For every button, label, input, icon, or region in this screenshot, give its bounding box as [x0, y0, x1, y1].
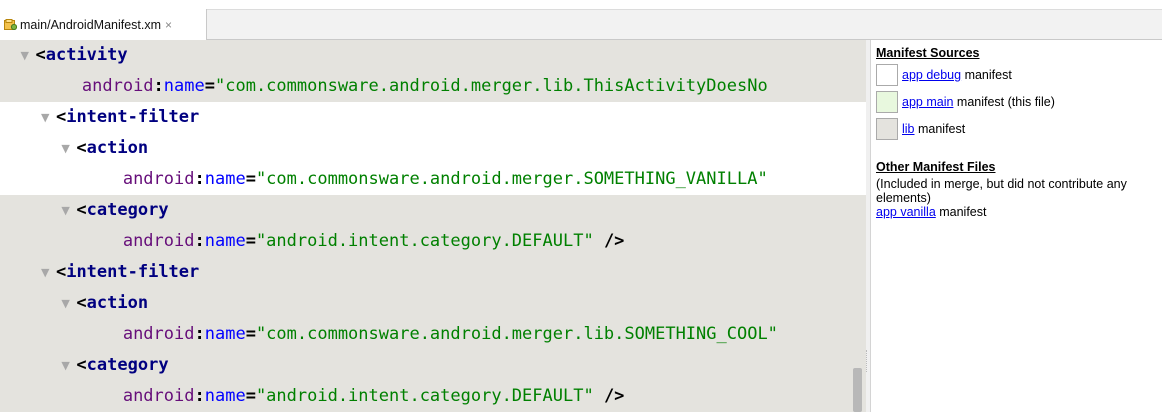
- code-token: android: [122, 386, 195, 406]
- code-token: "android.intent.category.DEFAULT": [255, 386, 594, 406]
- other-file-suffix: manifest: [935, 205, 987, 219]
- code-token: action: [86, 293, 149, 313]
- code-token: :: [194, 169, 205, 189]
- color-swatch: [876, 91, 898, 113]
- code-line[interactable]: ▼ <category: [0, 195, 866, 226]
- code-token: <: [55, 262, 67, 282]
- code-token: "com.commonsware.android.merger.lib.This…: [215, 76, 768, 96]
- code-token: <: [35, 45, 46, 65]
- code-token: intent-filter: [66, 107, 200, 127]
- app-vanilla-link[interactable]: app vanilla: [876, 205, 936, 219]
- panel-divider[interactable]: [870, 40, 871, 412]
- code-token: =: [245, 169, 256, 189]
- fold-arrow-icon[interactable]: ▼: [61, 350, 76, 381]
- color-swatch: [876, 118, 898, 140]
- code-line[interactable]: android:name="com.commonsware.android.me…: [0, 164, 866, 195]
- code-line[interactable]: ▼ <activity: [0, 40, 866, 71]
- tab-label: main/AndroidManifest.xm: [20, 17, 162, 32]
- code-line[interactable]: ▼ <action: [0, 288, 866, 319]
- fold-arrow-icon[interactable]: ▼: [41, 102, 56, 133]
- code-token: intent-filter: [66, 262, 200, 282]
- merged-manifest-panel: Manifest Sources app debug manifest app …: [872, 40, 1162, 412]
- scrollbar-thumb[interactable]: [853, 368, 862, 412]
- code-token: android: [122, 169, 195, 189]
- source-row-app-debug: app debug manifest: [876, 63, 1012, 87]
- code-token: "com.commonsware.android.merger.SOMETHIN…: [255, 169, 768, 189]
- code-token: />: [593, 231, 625, 251]
- app-debug-link[interactable]: app debug: [902, 68, 961, 82]
- other-files-note: (Included in merge, but did not contribu…: [876, 177, 1127, 205]
- code-token: android: [81, 76, 154, 96]
- source-suffix: manifest: [914, 122, 966, 136]
- fold-arrow-icon[interactable]: ▼: [61, 288, 76, 319]
- fold-arrow-icon[interactable]: ▼: [20, 40, 35, 71]
- code-token: "android.intent.category.DEFAULT": [255, 231, 594, 251]
- xml-file-icon: [4, 19, 18, 31]
- code-token: name: [204, 324, 246, 344]
- code-token: <: [76, 293, 87, 313]
- code-token: :: [194, 324, 205, 344]
- manifest-sources-heading: Manifest Sources: [876, 46, 980, 60]
- code-token: =: [245, 386, 256, 406]
- code-token: :: [194, 231, 205, 251]
- code-token: name: [204, 386, 246, 406]
- code-token: :: [194, 386, 205, 406]
- code-token: action: [86, 138, 149, 158]
- code-line[interactable]: android:name="com.commonsware.android.me…: [0, 319, 866, 350]
- code-line[interactable]: ▼ <intent-filter: [0, 257, 866, 288]
- code-token: name: [204, 169, 246, 189]
- code-token: <: [76, 355, 87, 375]
- code-line[interactable]: android:name="com.commonsware.android.me…: [0, 71, 866, 102]
- fold-arrow-icon[interactable]: ▼: [41, 257, 56, 288]
- code-token: name: [204, 231, 246, 251]
- source-suffix: manifest (this file): [953, 95, 1055, 109]
- code-token: :: [153, 76, 164, 96]
- code-line[interactable]: ▼ <category: [0, 350, 866, 381]
- source-row-lib: lib manifest: [876, 117, 965, 141]
- color-swatch: [876, 64, 898, 86]
- code-token: <: [55, 107, 67, 127]
- code-token: <: [76, 138, 87, 158]
- code-token: />: [593, 386, 625, 406]
- code-line[interactable]: android:name="android.intent.category.DE…: [0, 381, 866, 412]
- code-token: =: [245, 324, 256, 344]
- code-token: name: [163, 76, 205, 96]
- code-token: category: [86, 355, 169, 375]
- code-token: "com.commonsware.android.merger.lib.SOME…: [255, 324, 778, 344]
- code-token: <: [76, 200, 87, 220]
- tab-android-manifest[interactable]: main/AndroidManifest.xm ×: [0, 9, 207, 40]
- code-line[interactable]: android:name="android.intent.category.DE…: [0, 226, 866, 257]
- fold-arrow-icon[interactable]: ▼: [61, 195, 76, 226]
- source-row-app-main: app main manifest (this file): [876, 90, 1055, 114]
- code-token: android: [122, 231, 195, 251]
- tab-bar: main/AndroidManifest.xm ×: [0, 0, 1162, 40]
- app-main-link[interactable]: app main: [902, 95, 953, 109]
- code-token: activity: [45, 45, 128, 65]
- code-line[interactable]: ▼ <action: [0, 133, 866, 164]
- code-editor[interactable]: ▼ <activity android:name="com.commonsware…: [0, 40, 866, 412]
- close-icon[interactable]: ×: [165, 18, 172, 32]
- fold-arrow-icon[interactable]: ▼: [61, 133, 76, 164]
- code-line[interactable]: ▼ <intent-filter: [0, 102, 866, 133]
- code-token: =: [245, 231, 256, 251]
- other-manifest-files-heading: Other Manifest Files: [876, 160, 996, 174]
- code-token: =: [204, 76, 215, 96]
- code-token: category: [86, 200, 169, 220]
- code-token: android: [122, 324, 195, 344]
- other-file-row: app vanilla manifest: [876, 205, 1162, 219]
- source-suffix: manifest: [961, 68, 1012, 82]
- lib-link[interactable]: lib: [902, 122, 915, 136]
